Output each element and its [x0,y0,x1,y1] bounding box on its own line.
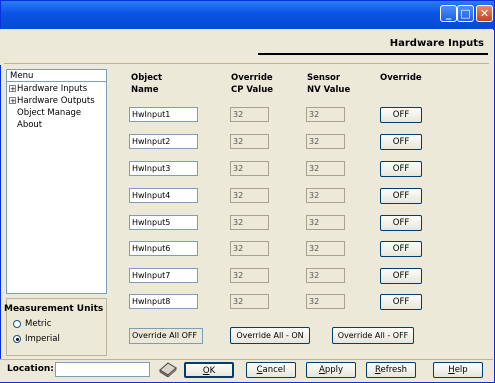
col-header-line: Object [131,73,163,83]
help-label: elp [454,365,468,375]
override-all-on-button[interactable]: Override All - ON [230,327,310,344]
header-underline [258,53,488,55]
menu-item-about[interactable]: About [17,120,42,130]
expand-icon[interactable]: + [9,85,16,93]
close-button[interactable]: ✕ [476,5,493,22]
nv-value-field: 32 [306,188,345,203]
nv-value-field: 32 [306,241,345,256]
refresh-button[interactable]: Refresh [366,362,416,378]
location-label: Location: [7,364,54,374]
ok-button[interactable]: OK [184,362,234,378]
col-header-line: Sensor [307,73,341,83]
radio-label: Metric [25,319,52,329]
cp-value-field: 32 [230,215,269,230]
measurement-units-title: Measurement Units [4,304,104,314]
col-header-object-name: Object Name [131,72,162,96]
object-name-input[interactable]: HwInput3 [129,161,198,176]
menu-item-label: Hardware Outputs [17,96,95,106]
menu-panel: Menu +Hardware Inputs +Hardware Outputs … [6,69,107,294]
object-name-input[interactable]: HwInput5 [129,215,198,230]
minimize-button[interactable]: _ [440,5,457,22]
menu-item-label: Hardware Inputs [17,84,88,94]
header-divider [4,63,489,64]
cp-value-field: 32 [230,188,269,203]
object-name-input[interactable]: HwInput6 [129,241,198,256]
radio-metric[interactable]: Metric [13,319,51,329]
object-name-input[interactable]: HwInput1 [129,107,198,122]
maximize-icon: □ [460,7,471,20]
radio-selected-icon[interactable] [13,335,21,343]
nv-value-field: 32 [306,294,345,309]
nv-value-field: 32 [306,268,345,283]
title-bar[interactable]: _ □ ✕ [1,1,494,30]
override-off-button[interactable]: OFF [380,161,422,177]
override-off-button[interactable]: OFF [380,268,422,284]
override-off-button[interactable]: OFF [380,107,422,123]
menu-item-hardware-outputs[interactable]: +Hardware Outputs [9,96,95,106]
cp-value-field: 32 [230,268,269,283]
override-off-button[interactable]: OFF [380,134,422,150]
cancel-label: ancel [262,365,286,375]
col-header-line: NV Value [307,85,351,95]
radio-imperial[interactable]: Imperial [13,334,60,344]
radio-label: Imperial [25,334,60,344]
col-header-line: CP Value [231,85,274,95]
override-off-button[interactable]: OFF [380,294,422,310]
expand-icon[interactable]: + [9,97,16,105]
cancel-button[interactable]: Cancel [246,362,296,378]
object-name-input[interactable]: HwInput8 [129,294,198,309]
nv-value-field: 32 [306,215,345,230]
nv-value-field: 32 [306,161,345,176]
radio-icon[interactable] [13,320,21,328]
page-title: Hardware Inputs [389,38,484,49]
nv-value-field: 32 [306,134,345,149]
override-off-button[interactable]: OFF [380,215,422,231]
col-header-cp-value: Override CP Value [231,72,273,96]
col-header-line: Override [231,73,273,83]
nv-value-field: 32 [306,107,345,122]
apply-label: pply [324,365,343,375]
object-name-input[interactable]: HwInput2 [129,134,198,149]
override-off-button[interactable]: OFF [380,188,422,204]
cp-value-field: 32 [230,294,269,309]
menu-header: Menu [7,70,106,82]
apply-button[interactable]: Apply [306,362,356,378]
cp-value-field: 32 [230,161,269,176]
location-input[interactable] [55,362,150,377]
override-all-off-button[interactable]: Override All - OFF [332,327,414,344]
cp-value-field: 32 [230,107,269,122]
menu-item-label: About [17,120,43,130]
cp-value-field: 32 [230,241,269,256]
override-all-status: Override All OFF [129,328,203,344]
cp-value-field: 32 [230,134,269,149]
menu-item-hardware-inputs[interactable]: +Hardware Inputs [9,84,87,94]
ok-accel: O [202,366,210,376]
help-button[interactable]: Help [433,362,483,378]
close-icon: ✕ [479,7,490,20]
refresh-label: efresh [380,365,408,375]
menu-item-object-manage[interactable]: Object Manage [17,108,81,118]
override-off-button[interactable]: OFF [380,241,422,257]
object-name-input[interactable]: HwInput4 [129,188,198,203]
menu-item-label: Object Manage [17,108,82,118]
col-header-line: Override [380,73,422,83]
header-panel: Hardware Inputs [0,29,493,65]
object-name-input[interactable]: HwInput7 [129,268,198,283]
ok-label: K [209,366,216,376]
col-header-override: Override [380,72,422,84]
col-header-line: Name [131,85,159,95]
minimize-icon: _ [445,7,452,20]
col-header-nv-value: Sensor NV Value [307,72,350,96]
eraser-icon[interactable] [157,361,179,377]
maximize-button[interactable]: □ [457,5,474,22]
